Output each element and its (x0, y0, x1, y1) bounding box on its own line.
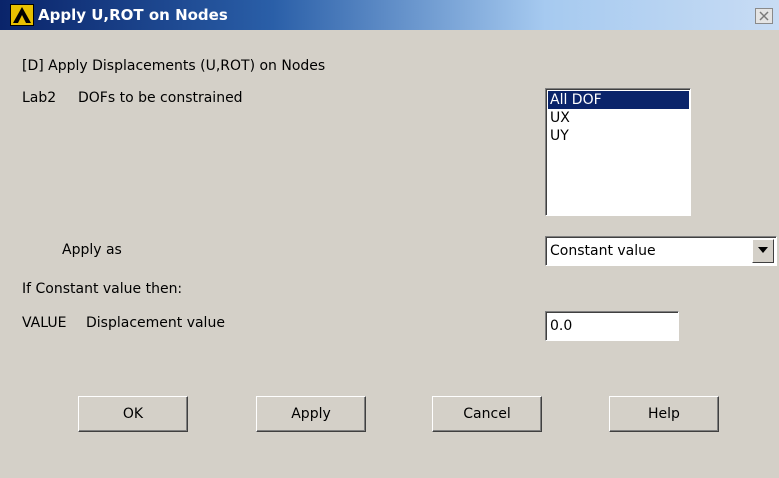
chevron-down-icon (758, 247, 768, 253)
ansys-logo-icon (10, 4, 34, 26)
dropdown-arrow-button[interactable] (752, 239, 774, 263)
form-heading: [D] Apply Displacements (U,ROT) on Nodes (22, 58, 326, 74)
close-button[interactable] (755, 8, 773, 24)
list-item-ux[interactable]: UX (548, 109, 689, 127)
title-bar[interactable]: Apply U,ROT on Nodes (0, 0, 779, 30)
dialog-window: Apply U,ROT on Nodes [D] Apply Displacem… (0, 0, 779, 478)
help-button[interactable]: Help (609, 396, 719, 432)
list-item-uy[interactable]: UY (548, 127, 689, 145)
displacement-value-input[interactable] (545, 311, 679, 341)
value-code: VALUE (22, 315, 67, 331)
ok-button[interactable]: OK (78, 396, 188, 432)
dof-listbox[interactable]: All DOF UX UY (545, 88, 691, 216)
value-label: Displacement value (86, 315, 225, 331)
close-icon (759, 11, 769, 21)
lab2-label: DOFs to be constrained (78, 90, 243, 106)
lab2-code: Lab2 (22, 90, 57, 106)
apply-as-label: Apply as (62, 242, 122, 258)
cancel-button[interactable]: Cancel (432, 396, 542, 432)
if-constant-label: If Constant value then: (22, 281, 183, 297)
apply-as-dropdown[interactable]: Constant value (545, 236, 777, 266)
apply-as-value: Constant value (550, 243, 656, 259)
window-title: Apply U,ROT on Nodes (38, 6, 228, 24)
list-item-all-dof[interactable]: All DOF (548, 91, 689, 109)
apply-button[interactable]: Apply (256, 396, 366, 432)
